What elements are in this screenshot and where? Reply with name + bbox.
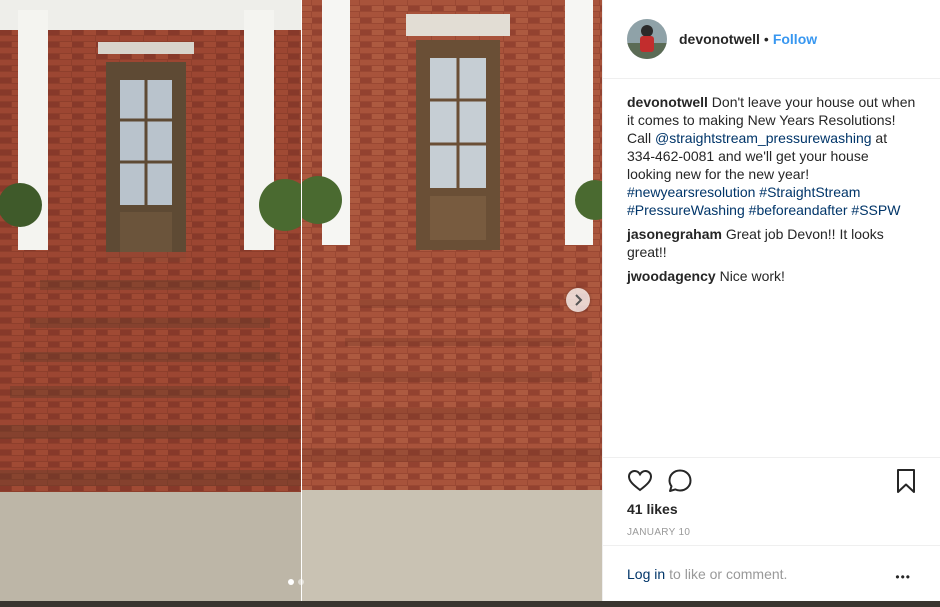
carousel-dot xyxy=(298,579,304,585)
hashtag-pressurewashing[interactable]: #PressureWashing xyxy=(627,202,745,218)
heart-icon[interactable] xyxy=(627,468,653,494)
before-after-photo xyxy=(0,0,602,601)
user-avatar-image xyxy=(627,19,667,59)
login-text: to like or comment. xyxy=(669,565,788,582)
header-username[interactable]: devonotwell xyxy=(679,31,760,47)
caption: devonotwell Don't leave your house out w… xyxy=(627,93,916,219)
login-link[interactable]: Log in xyxy=(627,566,665,582)
post-dialog: devonotwell • Follow devonotwell Don't l… xyxy=(0,0,940,601)
post-header: devonotwell • Follow xyxy=(603,0,940,79)
hashtag-straightstream[interactable]: #StraightStream xyxy=(759,184,860,200)
hashtag-newyearsresolution[interactable]: #newyearsresolution xyxy=(627,184,755,200)
hashtag-beforeandafter[interactable]: #beforeandafter xyxy=(749,202,848,218)
next-photo-button[interactable] xyxy=(566,288,590,312)
follow-button[interactable]: Follow xyxy=(773,31,817,47)
comment-bubble-icon[interactable] xyxy=(667,468,693,494)
comment-text: Nice work! xyxy=(719,268,785,284)
avatar[interactable] xyxy=(627,19,667,59)
hashtag-sspw[interactable]: #SSPW xyxy=(851,202,900,218)
header-separator: • xyxy=(763,31,769,47)
comment-username[interactable]: jasonegraham xyxy=(627,226,722,242)
comment-item: jwoodagency Nice work! xyxy=(627,267,916,285)
likes-count[interactable]: 41 likes xyxy=(627,501,678,517)
carousel-dot-active xyxy=(288,579,294,585)
login-prompt: Log in to like or comment. ••• xyxy=(603,545,940,601)
comments-list: devonotwell Don't leave your house out w… xyxy=(603,79,940,285)
more-options-button[interactable]: ••• xyxy=(895,570,911,584)
caption-mention[interactable]: @straightstream_pressurewashing xyxy=(655,130,872,146)
chevron-right-icon xyxy=(575,294,583,306)
action-bar xyxy=(603,457,940,493)
caption-username[interactable]: devonotwell xyxy=(627,94,708,110)
post-date: JANUARY 10 xyxy=(627,527,691,538)
post-sidebar: devonotwell • Follow devonotwell Don't l… xyxy=(602,0,940,601)
post-image[interactable] xyxy=(0,0,602,601)
comment-item: jasonegraham Great job Devon!! It looks … xyxy=(627,225,916,261)
bookmark-icon[interactable] xyxy=(893,468,919,494)
carousel-indicator xyxy=(288,579,304,585)
comment-username[interactable]: jwoodagency xyxy=(627,268,716,284)
background-strip xyxy=(0,601,940,607)
